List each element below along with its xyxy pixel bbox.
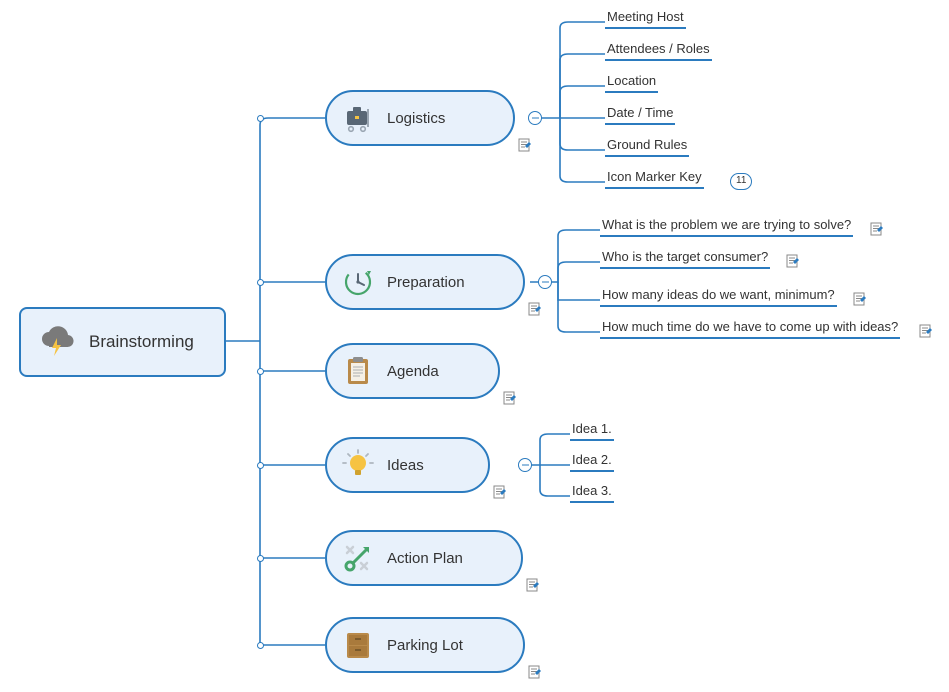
leaf-idea-2[interactable]: Idea 2. <box>570 452 614 472</box>
branch-open-marker <box>257 462 264 469</box>
leaf-meeting-host[interactable]: Meeting Host <box>605 9 686 29</box>
leaf-prep-problem[interactable]: What is the problem we are trying to sol… <box>600 217 853 237</box>
branch-ideas[interactable]: Ideas <box>325 437 490 493</box>
strategy-arrow-icon <box>341 541 375 575</box>
branch-agenda[interactable]: Agenda <box>325 343 500 399</box>
branch-open-marker <box>257 115 264 122</box>
branch-preparation[interactable]: Preparation <box>325 254 525 310</box>
note-icon[interactable] <box>919 324 933 338</box>
note-icon[interactable] <box>528 665 542 679</box>
branch-label: Logistics <box>387 110 445 127</box>
leaf-location[interactable]: Location <box>605 73 658 93</box>
leaf-icon-marker-key[interactable]: Icon Marker Key <box>605 169 704 189</box>
root-node[interactable]: Brainstorming <box>19 307 226 377</box>
branch-parking-lot[interactable]: Parking Lot <box>325 617 525 673</box>
clipboard-icon <box>341 354 375 388</box>
branch-label: Agenda <box>387 363 439 380</box>
leaf-prep-minideas[interactable]: How many ideas do we want, minimum? <box>600 287 837 307</box>
drawer-cabinet-icon <box>341 628 375 662</box>
child-count-capsule[interactable]: 11 <box>730 173 752 190</box>
leaf-prep-target[interactable]: Who is the target consumer? <box>600 249 770 269</box>
lightbulb-icon <box>341 448 375 482</box>
branch-open-marker <box>257 555 264 562</box>
note-icon[interactable] <box>528 302 542 316</box>
branch-label: Action Plan <box>387 550 463 567</box>
note-icon[interactable] <box>518 138 532 152</box>
leaf-prep-time[interactable]: How much time do we have to come up with… <box>600 319 900 339</box>
root-label: Brainstorming <box>89 332 194 352</box>
leaf-idea-3[interactable]: Idea 3. <box>570 483 614 503</box>
note-icon[interactable] <box>870 222 884 236</box>
clock-arrow-icon <box>341 265 375 299</box>
branch-label: Preparation <box>387 274 465 291</box>
note-icon[interactable] <box>526 578 540 592</box>
collapse-toggle-icon[interactable] <box>538 275 552 289</box>
leaf-attendees-roles[interactable]: Attendees / Roles <box>605 41 712 61</box>
branch-open-marker <box>257 368 264 375</box>
branch-label: Ideas <box>387 457 424 474</box>
note-icon[interactable] <box>493 485 507 499</box>
note-icon[interactable] <box>853 292 867 306</box>
collapse-toggle-icon[interactable] <box>518 458 532 472</box>
briefcase-cart-icon <box>341 101 375 135</box>
cloud-lightning-icon <box>37 322 77 362</box>
branch-label: Parking Lot <box>387 637 463 654</box>
branch-logistics[interactable]: Logistics <box>325 90 515 146</box>
note-icon[interactable] <box>786 254 800 268</box>
leaf-ground-rules[interactable]: Ground Rules <box>605 137 689 157</box>
collapse-toggle-icon[interactable] <box>528 111 542 125</box>
branch-open-marker <box>257 279 264 286</box>
note-icon[interactable] <box>503 391 517 405</box>
branch-action-plan[interactable]: Action Plan <box>325 530 523 586</box>
leaf-idea-1[interactable]: Idea 1. <box>570 421 614 441</box>
branch-open-marker <box>257 642 264 649</box>
leaf-date-time[interactable]: Date / Time <box>605 105 675 125</box>
